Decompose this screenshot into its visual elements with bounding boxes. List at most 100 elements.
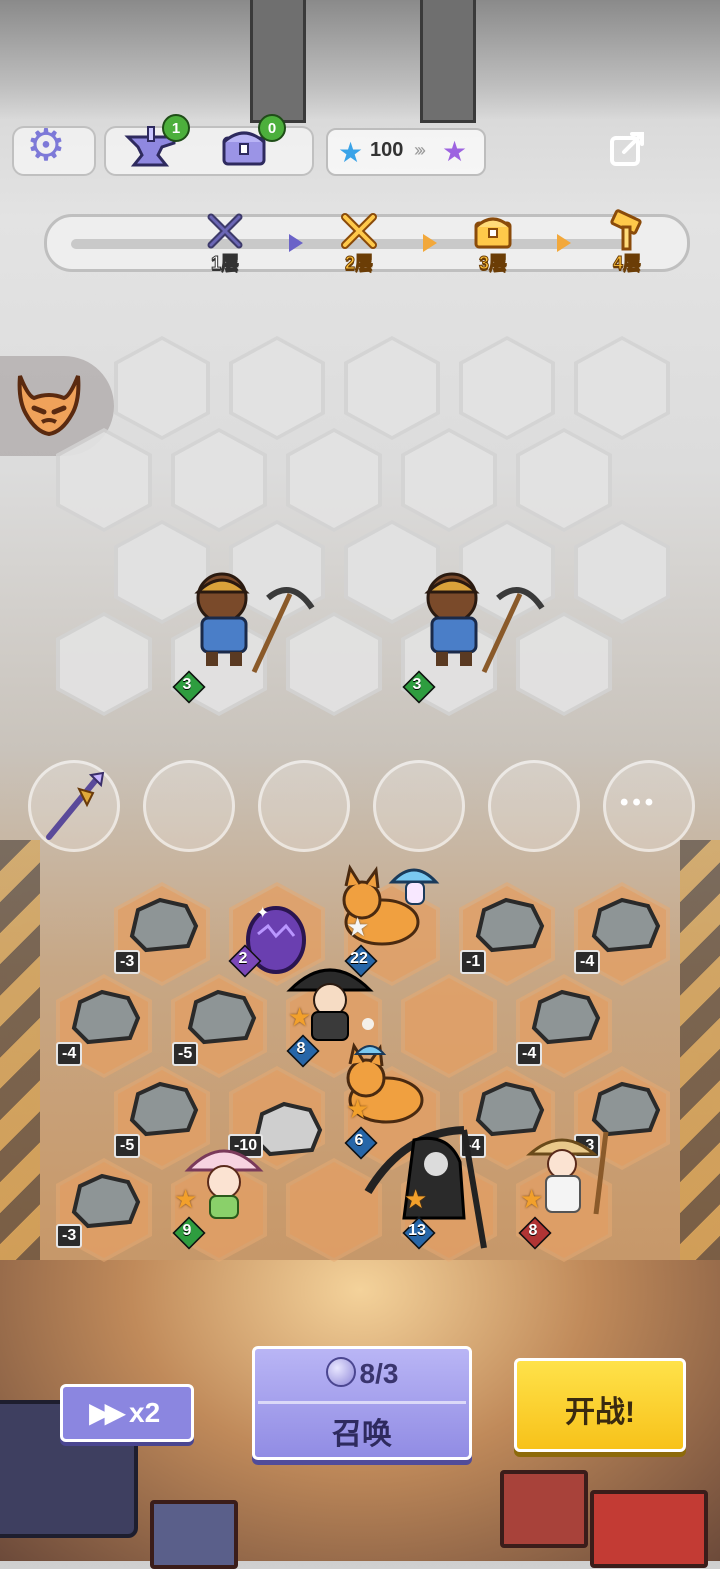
bench-slot[interactable]	[258, 760, 350, 852]
more-dots-icon: •••	[620, 789, 658, 816]
cell-inner	[118, 340, 206, 436]
cell-inner	[348, 340, 436, 436]
rock-hp-label: -5	[114, 1134, 141, 1158]
floor-progress-bar: 1层 2层 3层 4层	[44, 209, 690, 274]
hazard-stripe-left	[0, 840, 40, 1260]
enemy-cell[interactable]	[56, 612, 152, 716]
background-machinery	[0, 0, 720, 120]
start-battle-button[interactable]: 开战!	[514, 1358, 686, 1452]
floor-node-2: 2层	[329, 209, 389, 279]
rock-hp-label: -5	[172, 1042, 199, 1066]
background-pillar	[420, 0, 476, 123]
rock-hp-label: -1	[460, 950, 487, 974]
cell-inner	[520, 432, 608, 528]
summon-cost-value: 8/3	[359, 1358, 399, 1389]
floor-label-2: 2层	[344, 253, 373, 274]
hazard-stripe-right	[680, 840, 720, 1260]
chest-count-badge: 0	[258, 114, 286, 142]
floor-node-1: 1层	[195, 209, 255, 279]
share-icon[interactable]	[606, 126, 650, 170]
bench-slot[interactable]	[28, 760, 120, 852]
treasure-chest-icon	[474, 217, 512, 249]
speed-label: x2	[129, 1397, 161, 1428]
background-pillar	[250, 0, 306, 123]
rank-star-icon: ★	[404, 1184, 428, 1214]
miner-bear-unit[interactable]	[402, 568, 546, 676]
enemy-cell[interactable]	[114, 336, 210, 440]
level-badge: 2	[230, 946, 256, 972]
arrow-icon	[557, 234, 571, 252]
spear-icon	[46, 771, 105, 840]
rock-hp-label: -3	[56, 1224, 83, 1248]
rank-star-icon: ★	[288, 1002, 312, 1032]
level-badge: 8	[288, 1036, 314, 1062]
blue-star-icon: ★	[338, 137, 364, 168]
rock-hp-label: -3	[114, 950, 141, 974]
enemy-cell[interactable]	[401, 428, 497, 532]
fast-forward-icon: ▶▶	[89, 1397, 126, 1428]
rock-obstacle[interactable]	[472, 896, 546, 954]
rank-star-icon: ★	[174, 1184, 198, 1214]
background-crate	[590, 1490, 708, 1568]
gear-icon[interactable]: ⚙	[24, 124, 68, 168]
star-count: 100	[370, 139, 404, 161]
floor-label-4: 4层	[612, 253, 641, 274]
floor-label-3: 3层	[478, 253, 507, 274]
battle-label: 开战!	[565, 1396, 635, 1429]
background-crate	[500, 1470, 588, 1548]
speed-toggle-button[interactable]: ▶▶ x2	[60, 1384, 194, 1442]
summon-button[interactable]: 8/3 召唤	[252, 1346, 472, 1460]
anvil-count-badge: 1	[162, 114, 190, 142]
rock-obstacle[interactable]	[126, 1080, 200, 1138]
witch-girl-unit[interactable]	[280, 956, 380, 1046]
enemy-cell[interactable]	[574, 336, 670, 440]
enemy-cell[interactable]	[459, 336, 555, 440]
floor-label-1: 1层	[210, 253, 239, 274]
summon-label: 召唤	[332, 1418, 392, 1451]
miner-bear-unit[interactable]	[172, 568, 316, 676]
divider	[258, 1401, 466, 1404]
cell-inner	[578, 340, 666, 436]
rock-hp-label: -4	[516, 1042, 543, 1066]
floor-node-3: 3层	[463, 209, 523, 279]
crossed-swords-icon	[341, 213, 377, 249]
rock-obstacle[interactable]	[68, 988, 142, 1046]
level-badge: 13	[404, 1218, 430, 1244]
rock-hp-label: -4	[574, 950, 601, 974]
enemy-cell[interactable]	[574, 520, 670, 624]
demon-mask-icon	[17, 375, 81, 437]
bench-slot[interactable]	[143, 760, 235, 852]
bench-slot[interactable]	[488, 760, 580, 852]
bench-slot[interactable]	[373, 760, 465, 852]
level-badge: 3	[404, 672, 430, 698]
enemy-cell[interactable]	[516, 428, 612, 532]
rank-star-icon: ★	[346, 912, 370, 942]
enemy-cell[interactable]	[344, 336, 440, 440]
star-progress: ★ 100 ››› ★	[326, 128, 486, 176]
rock-obstacle[interactable]	[126, 896, 200, 954]
hammer-icon	[610, 209, 642, 251]
enemy-cell[interactable]	[171, 428, 267, 532]
summon-cost: 8/3	[255, 1357, 469, 1390]
cell-inner	[175, 432, 263, 528]
rock-obstacle[interactable]	[184, 988, 258, 1046]
rock-obstacle[interactable]	[528, 988, 602, 1046]
rank-star-icon: ★	[346, 1094, 370, 1124]
cell-inner	[405, 432, 493, 528]
level-badge: 9	[174, 1218, 200, 1244]
chevrons-icon: ›››	[414, 140, 426, 160]
enemy-cell[interactable]	[286, 428, 382, 532]
orb-icon	[325, 1357, 356, 1387]
rank-star-icon: ★	[520, 1184, 544, 1214]
cell-inner	[578, 524, 666, 620]
cell-inner	[290, 432, 378, 528]
enemy-cell[interactable]	[229, 336, 325, 440]
rock-hp-label: -4	[56, 1042, 83, 1066]
rock-obstacle[interactable]	[588, 896, 662, 954]
level-badge: 8	[520, 1218, 546, 1244]
cell-inner	[233, 340, 321, 436]
rock-obstacle[interactable]	[68, 1172, 142, 1230]
cell-inner	[60, 432, 148, 528]
level-badge: 3	[174, 672, 200, 698]
arrow-icon	[423, 234, 437, 252]
